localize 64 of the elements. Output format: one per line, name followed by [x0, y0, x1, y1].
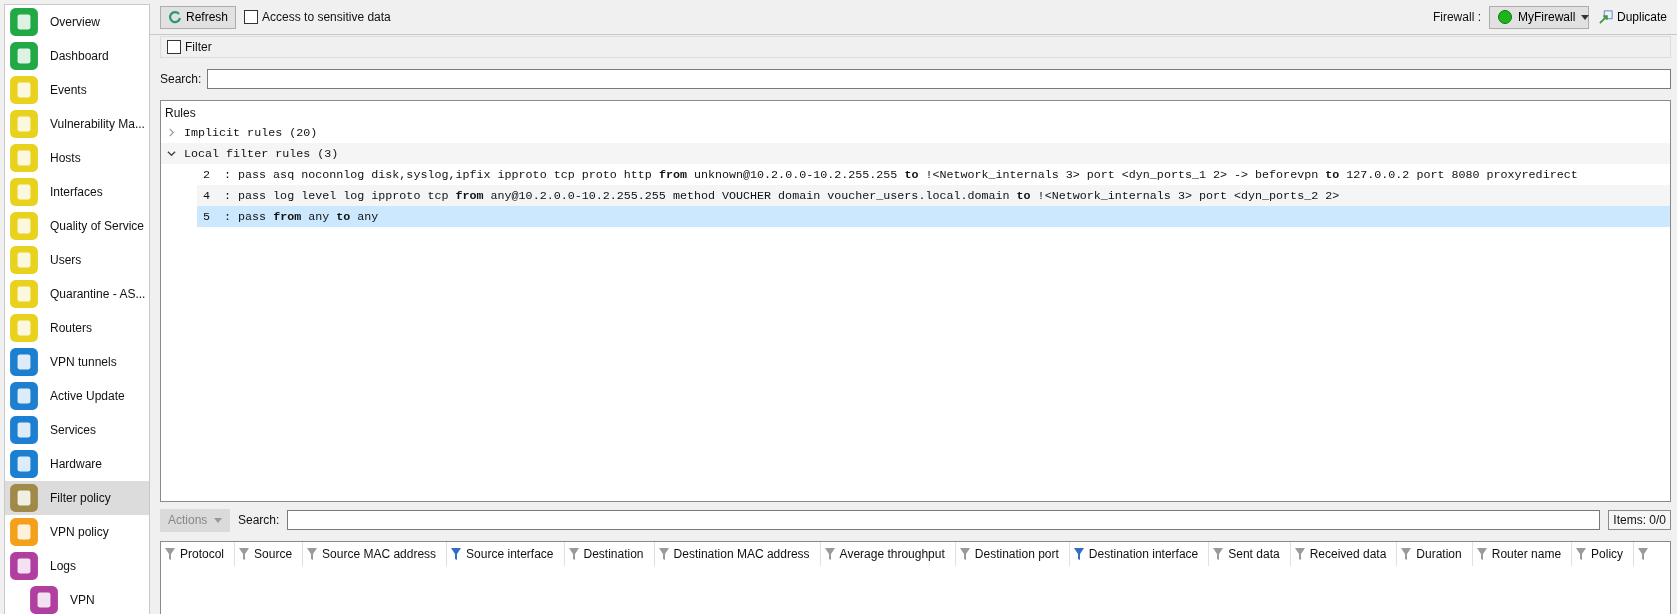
rule-text: : pass log level log ipproto tcp from any@10.2.0.0-10.2.255.255 method VOUCHER domain voucher_users.local.domain to !<Network_internals 3> port <dyn_ports_2 2>	[224, 188, 1340, 203]
sidebar-item[interactable]: Quality of Service	[5, 209, 149, 243]
column-header[interactable]: Sent data	[1209, 542, 1291, 566]
checkbox-label: Filter	[185, 40, 212, 54]
sidebar-item[interactable]: Interfaces	[5, 175, 149, 209]
checkbox[interactable]	[167, 40, 181, 54]
column-header[interactable]: Source MAC address	[303, 542, 448, 566]
checkbox[interactable]	[244, 10, 259, 24]
sidebar-item[interactable]: VPN policy	[5, 515, 149, 549]
rule-number: 5	[203, 209, 210, 224]
column-header[interactable]: Protocol	[161, 542, 236, 566]
column-header[interactable]: Destination MAC address	[654, 542, 821, 566]
column-header[interactable]: Destination	[564, 542, 655, 566]
column-header[interactable]: Source interface	[447, 542, 565, 566]
sidebar-item[interactable]: Hosts	[5, 141, 149, 175]
checkbox-label: Access to sensitive data	[262, 10, 391, 24]
sidebar-item[interactable]: Active Update	[5, 379, 149, 413]
sidebar-item[interactable]: Dashboard	[5, 39, 149, 73]
caret-icon	[214, 517, 222, 523]
sidebar-item[interactable]: Overview	[5, 5, 149, 39]
firewall-label: Firewall :	[1432, 10, 1481, 24]
column-header[interactable]: Duration	[1397, 542, 1473, 566]
search-label: Search:	[160, 72, 202, 86]
items-count: Items: 0/0	[1608, 510, 1671, 530]
tree-group[interactable]: Implicit rules (20)	[161, 122, 1670, 143]
column-header[interactable]: Policy	[1572, 542, 1635, 566]
search-label: Search:	[238, 513, 280, 527]
refresh-icon	[168, 10, 182, 24]
rule-number: 4	[203, 188, 210, 203]
refresh-button[interactable]: Refresh	[160, 5, 237, 29]
sidebar-item[interactable]: Vulnerability Ma...	[5, 107, 149, 141]
sidebar-item[interactable]: Filter policy	[5, 481, 149, 515]
sidebar-item[interactable]: VPN tunnels	[5, 345, 149, 379]
sidebar-item[interactable]: VPN	[5, 583, 149, 614]
sidebar-item[interactable]: Events	[5, 73, 149, 107]
column-header[interactable]: Router name	[1472, 542, 1573, 566]
rule-text: : pass asq noconnlog disk,syslog,ipfix ipproto tcp proto http from unknown@10.2.0.0-10.2.255.255 to !<Network_internals 3> port <dyn_ports_1 2> -> beforevpn to 127.0.0.2 port 8080 proxyredirect	[224, 167, 1578, 182]
column-header[interactable]: Received data	[1290, 542, 1398, 566]
caret-icon	[1581, 14, 1590, 20]
rule-row[interactable]: 5 : pass from any to any	[197, 206, 1670, 227]
column-header[interactable]: Source	[235, 542, 304, 566]
firewall-dropdown[interactable]: MyFirewall	[1488, 5, 1589, 29]
rule-row[interactable]: 4 : pass log level log ipproto tcp from any@10.2.0.0-10.2.255.255 method VOUCHER domain voucher_users.local.domain to !<Network_internals 3> port <dyn_ports_2 2>	[197, 185, 1670, 206]
rule-number: 2	[203, 167, 210, 182]
sidebar-item[interactable]: Services	[5, 413, 149, 447]
column-header[interactable]: Average throughput	[820, 542, 956, 566]
column-header[interactable]: Destination port	[955, 542, 1070, 566]
column-header[interactable]: Destination interface	[1069, 542, 1210, 566]
search-field[interactable]	[207, 69, 1671, 89]
tree-group[interactable]: Local filter rules (3)	[161, 143, 1670, 164]
sidebar-item[interactable]: Routers	[5, 311, 149, 345]
sidebar-item[interactable]: Hardware	[5, 447, 149, 481]
chevron-icon	[167, 128, 176, 137]
search-field[interactable]	[287, 510, 1601, 530]
filter-icon[interactable]	[1638, 548, 1649, 560]
sidebar-item[interactable]: Logs	[5, 549, 149, 583]
chevron-icon	[167, 149, 176, 158]
duplicate-button[interactable]: Duplicate	[1596, 10, 1669, 24]
rule-text: : pass from any to any	[224, 209, 379, 224]
duplicate-icon	[1598, 10, 1613, 24]
panel-title: Rules	[164, 105, 197, 122]
rule-row[interactable]: 2 : pass asq noconnlog disk,syslog,ipfix ipproto tcp proto http from unknown@10.2.0.0-10.2.255.255 to !<Network_internals 3> port <dyn_ports_1 2> -> beforevpn to 127.0.0.2 port 8080 proxyredirect	[197, 164, 1670, 185]
sidebar-item[interactable]: Users	[5, 243, 149, 277]
sidebar-item[interactable]: Quarantine - AS...	[5, 277, 149, 311]
